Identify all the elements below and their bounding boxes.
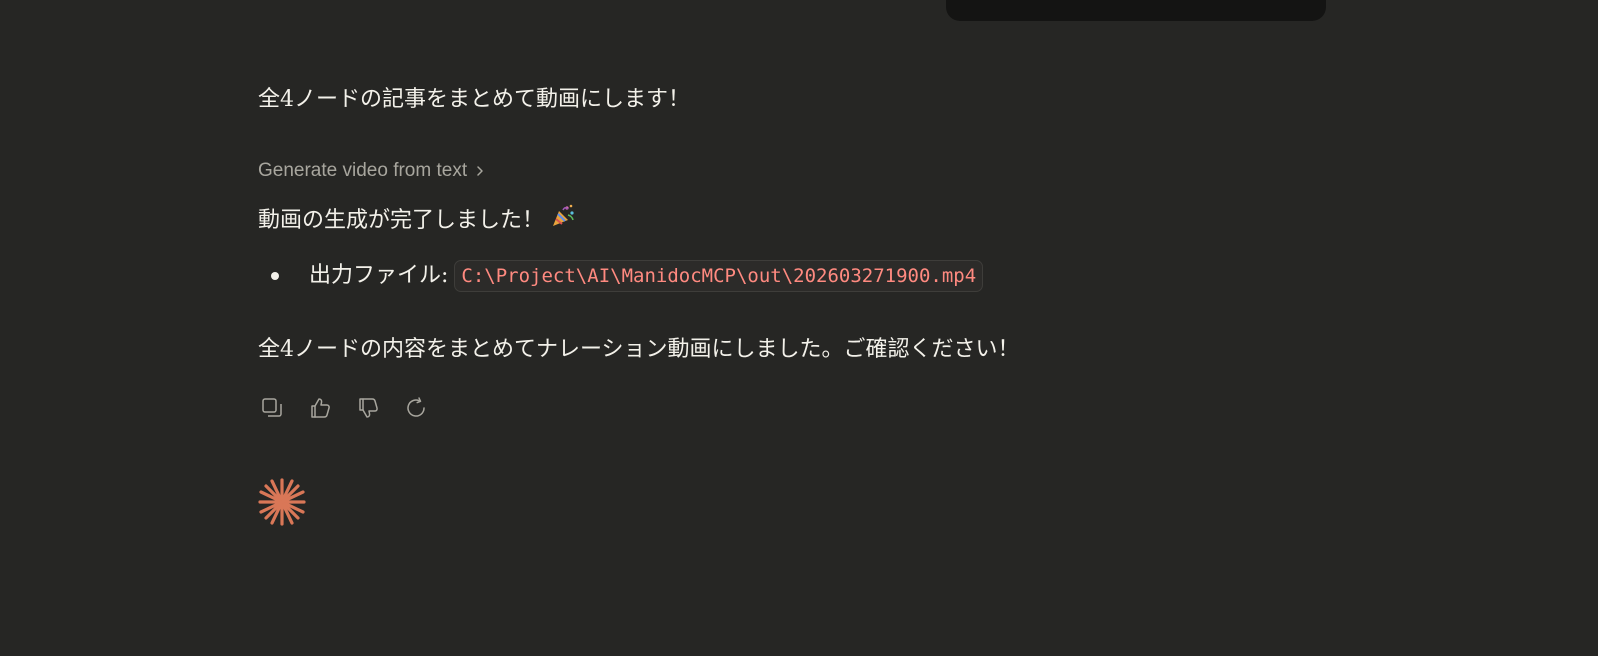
message-actions (258, 396, 430, 424)
thumbs-up-button[interactable] (306, 396, 334, 424)
thumbs-up-icon (308, 396, 332, 424)
thumbs-down-button[interactable] (354, 396, 382, 424)
output-file-list-item: 出力ファイル: C:\Project\AI\ManidocMCP\out\202… (271, 259, 984, 293)
bullet-icon (271, 272, 279, 280)
claude-spark-icon (258, 478, 306, 526)
output-file-label: 出力ファイル: (309, 263, 449, 288)
thumbs-down-icon (356, 396, 380, 424)
output-file-path: C:\Project\AI\ManidocMCP\out\20260327190… (454, 260, 984, 292)
tool-call-toggle[interactable]: Generate video from text (258, 157, 487, 185)
party-popper-icon (550, 203, 576, 238)
previous-user-message-bubble (946, 0, 1326, 21)
done-text: 動画の生成が完了しました！ (258, 207, 545, 233)
tool-call-label: Generate video from text (258, 160, 468, 181)
retry-button[interactable] (402, 396, 430, 424)
assistant-closing-text: 全4ノードの内容をまとめてナレーション動画にしました。ご確認ください！ (258, 337, 1020, 362)
assistant-done-text: 動画の生成が完了しました！ (258, 203, 576, 238)
chevron-right-icon (473, 164, 487, 178)
copy-icon (260, 396, 284, 424)
retry-icon (404, 396, 428, 424)
copy-button[interactable] (258, 396, 286, 424)
assistant-intro-text: 全4ノードの記事をまとめて動画にします！ (258, 87, 690, 112)
